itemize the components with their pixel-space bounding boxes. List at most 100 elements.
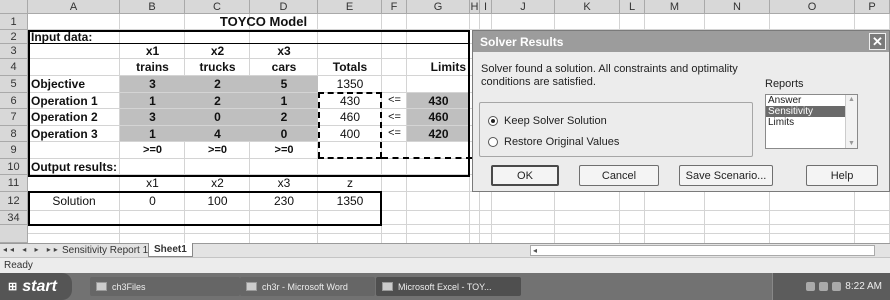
constraint-coeff[interactable]: 2 [185, 93, 250, 108]
objective-label[interactable]: Objective [28, 76, 120, 92]
save-scenario-button[interactable]: Save Scenario... [679, 165, 773, 186]
row-header-3[interactable]: 3 [0, 44, 28, 59]
cancel-button[interactable]: Cancel [579, 165, 659, 186]
constraint-coeff[interactable]: 0 [250, 126, 318, 141]
row-header-8[interactable]: 8 [0, 126, 28, 142]
column-header-e[interactable]: E [318, 0, 382, 14]
tray-icon[interactable] [806, 282, 816, 291]
task-ch3files[interactable]: ch3Files [90, 277, 240, 296]
var-header-x3[interactable]: x3 [250, 44, 318, 58]
objective-total[interactable]: 1350 [318, 76, 382, 92]
solution-value[interactable]: 100 [185, 192, 250, 210]
solution-value[interactable]: 1350 [318, 192, 382, 210]
column-header-a[interactable]: A [28, 0, 120, 14]
constraint-coeff[interactable]: 1 [120, 126, 185, 141]
select-all-corner[interactable] [0, 0, 28, 14]
row-header-4[interactable]: 4 [0, 59, 28, 76]
column-header-g[interactable]: G [407, 0, 470, 14]
row-header-7[interactable]: 7 [0, 109, 28, 126]
constraint-coeff[interactable]: 4 [185, 126, 250, 141]
totals-header[interactable]: Totals [318, 59, 382, 75]
help-button[interactable]: Help [806, 165, 878, 186]
constraint-total[interactable]: 430 [318, 93, 382, 108]
task-excel[interactable]: Microsoft Excel - TOY... [376, 277, 521, 296]
column-header-c[interactable]: C [185, 0, 250, 14]
row-header-2[interactable]: 2 [0, 30, 28, 44]
constraint-coeff[interactable]: 1 [250, 93, 318, 108]
horizontal-scrollbar[interactable]: ◂ [530, 245, 875, 256]
output-header-x3[interactable]: x3 [250, 175, 318, 191]
constraint-label[interactable]: Operation 2 [28, 109, 120, 125]
var-header-x1[interactable]: x1 [120, 44, 185, 58]
column-header-p[interactable]: P [855, 0, 890, 14]
restore-original-values-option[interactable]: Restore Original Values [488, 136, 619, 148]
constraint-label[interactable]: Operation 3 [28, 126, 120, 141]
constraint-limit[interactable]: 420 [407, 126, 470, 141]
reports-scrollbar[interactable]: ▲ ▼ [845, 95, 857, 148]
column-header-j[interactable]: J [492, 0, 555, 14]
column-header-l[interactable]: L [620, 0, 645, 14]
output-header-x1[interactable]: x1 [120, 175, 185, 191]
tray-icon[interactable] [819, 282, 829, 291]
constraint-coeff[interactable]: 0 [185, 109, 250, 125]
row-header-6[interactable]: 6 [0, 93, 28, 109]
volume-icon[interactable] [832, 282, 842, 291]
objective-coeff[interactable]: 5 [250, 76, 318, 92]
close-icon[interactable]: ✕ [869, 33, 886, 50]
solution-value[interactable]: 230 [250, 192, 318, 210]
column-header-k[interactable]: K [555, 0, 620, 14]
dialog-title-bar[interactable]: Solver Results ✕ [473, 31, 889, 52]
constraint-total[interactable]: 400 [318, 126, 382, 141]
column-header-d[interactable]: D [250, 0, 318, 14]
constraint-sign[interactable]: <= [382, 109, 407, 125]
radio-selected-icon[interactable] [488, 116, 498, 126]
var-header-x2[interactable]: x2 [185, 44, 250, 58]
var-name-cars[interactable]: cars [250, 59, 318, 75]
constraint-sign[interactable]: <= [382, 126, 407, 141]
constraint-coeff[interactable]: 3 [120, 109, 185, 125]
reports-listbox[interactable]: Answer Sensitivity Limits ▲ ▼ [765, 94, 858, 149]
column-header-m[interactable]: M [645, 0, 705, 14]
row-header-34[interactable]: 34 [0, 211, 28, 225]
task-word[interactable]: ch3r - Microsoft Word [240, 277, 375, 296]
row-header-12[interactable]: 12 [0, 192, 28, 211]
limits-header[interactable]: Limits [407, 59, 470, 75]
report-answer[interactable]: Answer [766, 95, 857, 106]
nonneg-constraint[interactable]: >=0 [185, 142, 250, 158]
output-header-x2[interactable]: x2 [185, 175, 250, 191]
column-header-h[interactable]: H [470, 0, 480, 14]
column-header-n[interactable]: N [705, 0, 770, 14]
objective-coeff[interactable]: 3 [120, 76, 185, 92]
tab-sheet1[interactable]: Sheet1 [148, 243, 193, 257]
output-header-z[interactable]: z [318, 175, 382, 191]
row-header-10[interactable]: 10 [0, 159, 28, 175]
objective-coeff[interactable]: 2 [185, 76, 250, 92]
row-header-11[interactable]: 11 [0, 175, 28, 192]
column-header-b[interactable]: B [120, 0, 185, 14]
report-limits[interactable]: Limits [766, 117, 857, 128]
tab-navigation-arrows-icon[interactable]: ◂◂ ◂ ▸ ▸▸ [3, 245, 61, 254]
row-header-5[interactable]: 5 [0, 76, 28, 93]
report-sensitivity[interactable]: Sensitivity [766, 106, 857, 117]
scroll-up-icon[interactable]: ▲ [848, 96, 855, 103]
constraint-limit[interactable]: 430 [407, 93, 470, 108]
nonneg-constraint[interactable]: >=0 [250, 142, 318, 158]
scroll-down-icon[interactable]: ▼ [848, 140, 855, 147]
constraint-coeff[interactable]: 2 [250, 109, 318, 125]
solution-label[interactable]: Solution [28, 192, 120, 210]
output-results-label[interactable]: Output results: [28, 159, 185, 174]
start-button[interactable]: ⊞ start [0, 273, 72, 300]
constraint-total[interactable]: 460 [318, 109, 382, 125]
model-title[interactable]: TOYCO Model [120, 14, 407, 29]
tab-sensitivity-report-1[interactable]: Sensitivity Report 1 [62, 245, 148, 256]
keep-solver-solution-option[interactable]: Keep Solver Solution [488, 115, 607, 127]
row-header-9[interactable]: 9 [0, 142, 28, 159]
constraint-sign[interactable]: <= [382, 93, 407, 108]
radio-unselected-icon[interactable] [488, 137, 498, 147]
constraint-limit[interactable]: 460 [407, 109, 470, 125]
solution-value[interactable]: 0 [120, 192, 185, 210]
column-header-o[interactable]: O [770, 0, 855, 14]
scroll-thumb-icon[interactable]: ◂ [533, 247, 543, 255]
constraint-label[interactable]: Operation 1 [28, 93, 120, 108]
constraint-coeff[interactable]: 1 [120, 93, 185, 108]
